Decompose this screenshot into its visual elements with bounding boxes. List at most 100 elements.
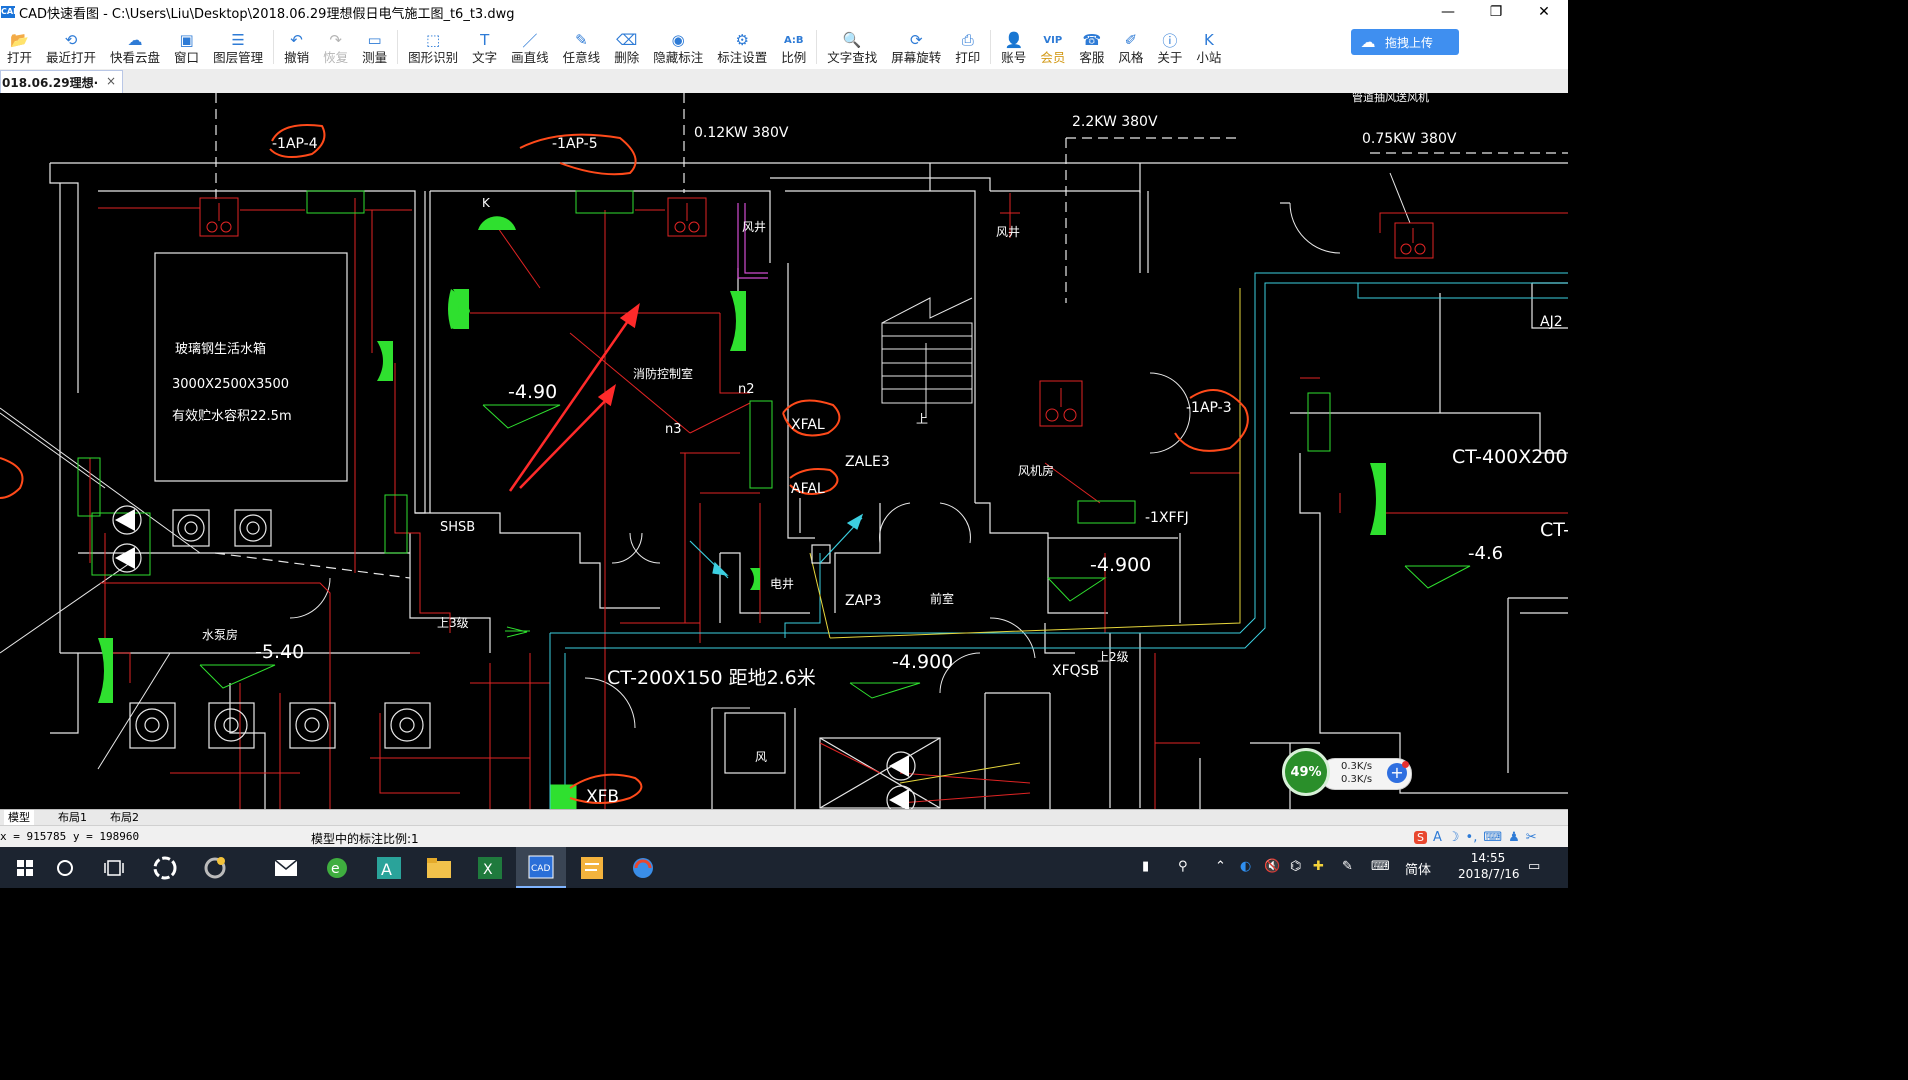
toolbar-account-button[interactable]: 👤 账号 <box>994 26 1033 69</box>
window-title: CAD快速看图 - C:\Users\Liu\Desktop\2018.06.2… <box>19 6 515 22</box>
ime-keyboard-icon[interactable]: ⌨ <box>1483 830 1502 845</box>
rotate-icon: ⟳ <box>909 31 923 49</box>
tab-layout2[interactable]: 布局2 <box>106 810 143 825</box>
toolbar-hide-button[interactable]: ◉ 隐藏标注 <box>646 26 710 69</box>
k-icon: K <box>1203 31 1214 49</box>
toolbar-cloud-button[interactable]: ☁ 快看云盘 <box>103 26 167 69</box>
toolbar-redo-button[interactable]: ↷ 恢复 <box>316 26 355 69</box>
file-tab[interactable]: 018.06.29理想· × <box>0 70 123 93</box>
sogou-ime-icon[interactable]: S <box>1414 830 1427 844</box>
toolbar-undo-label: 撤销 <box>284 50 310 65</box>
toolbar-delete-label: 删除 <box>614 50 640 65</box>
battery-tray-icon[interactable]: ▮ <box>1142 859 1149 874</box>
network-speed-widget[interactable]: 0.3K/s 0.3K/s + 49% <box>1282 748 1412 796</box>
pen-tray-icon[interactable]: ✎ <box>1342 859 1353 874</box>
drawing-label-elec-well: 电井 <box>770 577 794 591</box>
notification-dot-icon <box>1402 761 1409 768</box>
action-center-icon[interactable]: ▭ <box>1528 859 1540 874</box>
taskbar-app-pinwheel[interactable] <box>140 847 190 888</box>
memory-usage-ring[interactable]: 49% <box>1282 748 1330 796</box>
tab-layout1[interactable]: 布局1 <box>54 810 91 825</box>
toolbar-service-button[interactable]: ☎ 客服 <box>1072 26 1111 69</box>
toolbar-text-button[interactable]: T 文字 <box>465 26 504 69</box>
ime-punct-icon[interactable]: •, <box>1466 830 1478 845</box>
ime-char-icon[interactable]: A <box>1433 830 1442 845</box>
taskbar-app-mail[interactable] <box>261 847 311 888</box>
swirl-app-icon <box>633 857 653 878</box>
touch-keyboard-icon[interactable]: ⌨ <box>1371 859 1390 874</box>
show-hidden-icons-chevron-icon[interactable]: ⌃ <box>1215 859 1226 874</box>
taskbar-app-notes[interactable] <box>567 847 617 888</box>
toolbar-print-button[interactable]: ⎙ 打印 <box>948 26 987 69</box>
toolbar-shape-label: 图形识别 <box>408 50 459 65</box>
toolbar-account-label: 账号 <box>1001 50 1027 65</box>
cad-drawing-canvas[interactable]: -1AP-4 -1AP-5 0.12KW 380V 2.2KW 380V 0.7… <box>0 93 1568 809</box>
green-browser-icon: e <box>327 857 347 878</box>
toolbar-freeline-button[interactable]: ✎ 任意线 <box>556 26 608 69</box>
toolbar-style-button[interactable]: ✐ 风格 <box>1111 26 1150 69</box>
toolbar-separator <box>273 30 275 64</box>
toolbar-open-button[interactable]: 📂 打开 <box>0 26 39 69</box>
restore-button[interactable]: ❐ <box>1472 0 1520 24</box>
toolbar-line-button[interactable]: ／画直线 <box>504 26 556 69</box>
browser-tray-icon[interactable]: ◐ <box>1240 859 1251 874</box>
taskbar-app-explorer[interactable] <box>414 847 464 888</box>
drawing-label-012kw: 0.12KW 380V <box>694 125 789 141</box>
tab-model[interactable]: 模型 <box>4 810 34 825</box>
close-button[interactable]: ✕ <box>1520 0 1568 24</box>
toolbar-search-button[interactable]: 🔍 文字查找 <box>820 26 884 69</box>
toolbar-markset-button[interactable]: ⚙ 标注设置 <box>710 26 774 69</box>
eye-hide-icon: ◉ <box>671 31 685 49</box>
taskbar-app-cad-viewer[interactable]: CAD <box>516 847 566 888</box>
ime-moon-icon[interactable]: ☽ <box>1448 830 1460 845</box>
toolbar-hide-label: 隐藏标注 <box>653 50 704 65</box>
ime-language-indicator[interactable]: 简体 <box>1405 859 1431 878</box>
file-tab-close-icon[interactable]: × <box>105 74 116 88</box>
drag-upload-button[interactable]: ☁ 拖拽上传 <box>1351 29 1459 55</box>
cursor-coordinates: x = 915785 y = 198960 <box>0 830 140 843</box>
window-icon: ▣ <box>179 31 194 49</box>
taskbar-clock[interactable]: 14:55 2018/7/16 <box>1458 850 1520 882</box>
toolbar-vip-button[interactable]: VIP 会员 <box>1033 26 1072 69</box>
toolbar-shape-button[interactable]: ⬚ 图形识别 <box>401 26 465 69</box>
svg-text:CAD: CAD <box>531 864 550 874</box>
toolbar-rotate-button[interactable]: ⟳ 屏幕旋转 <box>884 26 948 69</box>
drawing-label-tank-size: 3000X2500X3500 <box>172 377 289 392</box>
wifi-icon[interactable]: ⌬ <box>1290 859 1301 874</box>
toolbar-undo-button[interactable]: ↶ 撤销 <box>277 26 316 69</box>
security-tray-icon[interactable]: ✚ <box>1313 859 1324 874</box>
task-view-button[interactable] <box>89 847 139 888</box>
toolbar-service-label: 客服 <box>1079 50 1105 65</box>
toolbar-recent-button[interactable]: ⟲ 最近打开 <box>39 26 103 69</box>
people-tray-icon[interactable]: ⚲ <box>1178 859 1188 874</box>
taskbar-app-ie[interactable]: e <box>312 847 362 888</box>
volume-muted-icon[interactable]: 🔇 <box>1264 859 1280 874</box>
toolbar-station-button[interactable]: K 小站 <box>1189 26 1228 69</box>
toolbar-layers-button[interactable]: ☰ 图层管理 <box>206 26 270 69</box>
toolbar-markset-label: 标注设置 <box>717 50 768 65</box>
toolbar-ratio-button[interactable]: A:B 比例 <box>774 26 813 69</box>
taskbar-app-swirl[interactable] <box>618 847 668 888</box>
toolbar-measure-button[interactable]: ▭ 测量 <box>355 26 394 69</box>
toolbar-search-label: 文字查找 <box>827 50 878 65</box>
toolbar-about-button[interactable]: ⓘ 关于 <box>1150 26 1189 69</box>
text-icon: T <box>480 31 490 49</box>
ime-toolbar[interactable]: S A ☽ •, ⌨ ♟ ✂ <box>1414 827 1568 847</box>
ime-tools-icon[interactable]: ✂ <box>1526 830 1537 845</box>
toolbar-window-button[interactable]: ▣ 窗口 <box>167 26 206 69</box>
minimize-button[interactable]: — <box>1424 0 1472 24</box>
toolbar-ratio-label: 比例 <box>781 50 807 65</box>
folder-icon: 📂 <box>10 31 29 49</box>
toolbar-delete-button[interactable]: ⌫ 删除 <box>607 26 646 69</box>
cortana-circle-icon <box>57 859 73 876</box>
pinwheel-app-icon <box>153 856 177 879</box>
ime-skin-icon[interactable]: ♟ <box>1508 830 1520 845</box>
taskbar-app-cad-a[interactable]: A <box>364 847 414 888</box>
file-tab-bar: 018.06.29理想· × <box>0 69 1568 93</box>
cortana-search-button[interactable] <box>40 847 90 888</box>
taskbar-app-excel[interactable]: X <box>465 847 515 888</box>
drawing-label-4900a: -4.900 <box>1090 554 1151 576</box>
drawing-label-1ap4: -1AP-4 <box>272 136 318 152</box>
taskbar-app-chrome-like[interactable] <box>190 847 240 888</box>
toolbar-separator <box>816 30 818 64</box>
